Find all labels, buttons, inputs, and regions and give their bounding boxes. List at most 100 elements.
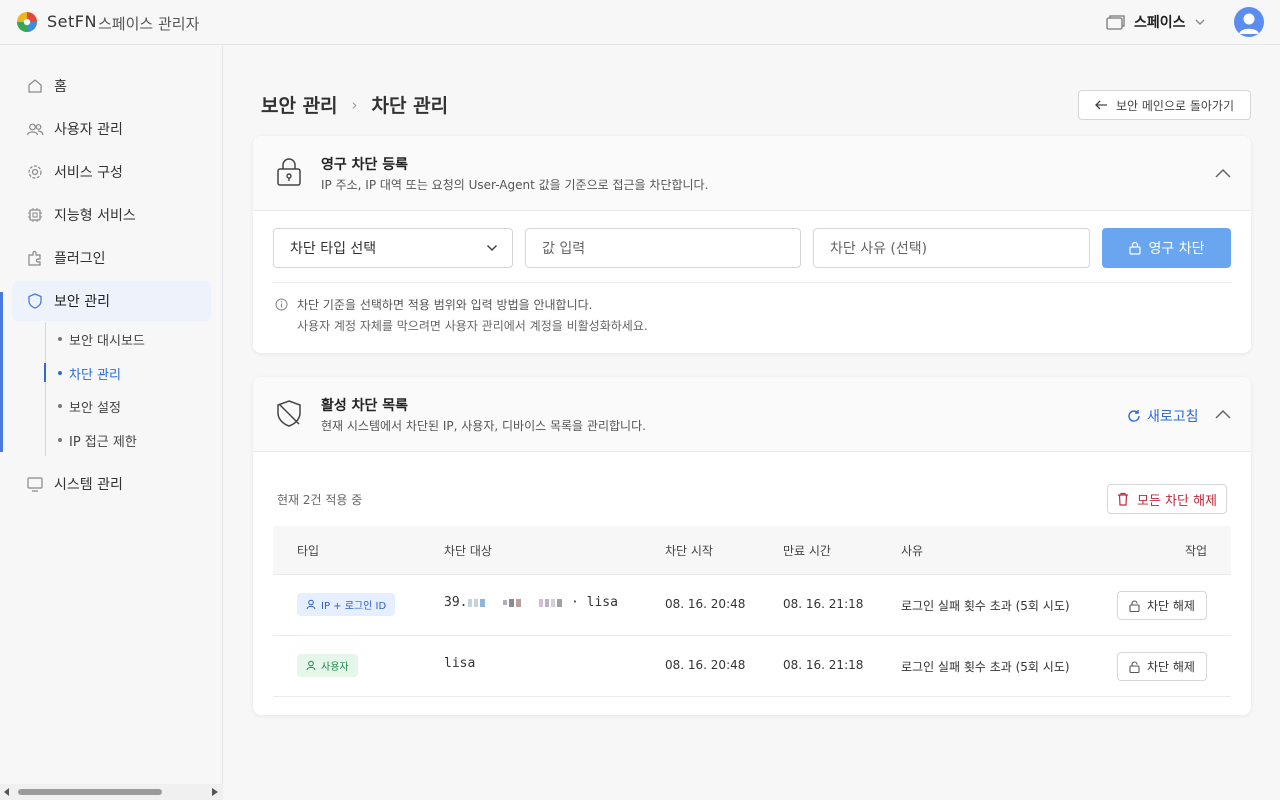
column-header-target: 차단 대상 <box>444 544 492 558</box>
bullet <box>58 438 62 442</box>
block-expire-time: 08. 16. 21:18 <box>783 597 864 611</box>
sidebar-subitem-ip-access-restriction[interactable]: IP 접근 제한 <box>58 429 137 451</box>
home-icon <box>28 79 42 93</box>
sidebar-item-label: 플러그인 <box>54 251 106 267</box>
column-header-type: 타입 <box>297 544 320 558</box>
info-icon <box>275 298 288 311</box>
unblock-button-label: 차단 해제 <box>1147 599 1195 613</box>
sidebar-subitem-label: 보안 설정 <box>69 400 121 416</box>
type-badge-label: 사용자 <box>321 662 349 673</box>
masked-ip-segment <box>468 598 473 607</box>
sidebar-item-label: 보안 관리 <box>54 294 110 310</box>
permanent-block-header: 영구 차단 등록 IP 주소, IP 대역 또는 요청의 User-Agent … <box>253 136 1251 211</box>
unblock-button[interactable]: 차단 해제 <box>1117 652 1207 681</box>
breadcrumb-parent[interactable]: 보안 관리 <box>261 91 338 118</box>
active-count-text: 현재 2건 적용 중 <box>277 493 363 507</box>
users-icon <box>26 123 44 136</box>
target-login-suffix: · lisa <box>570 595 618 610</box>
block-reason: 로그인 실패 횟수 초과 (5회 시도) <box>901 599 1070 613</box>
sidebar-subitem-block-management[interactable]: 차단 관리 <box>58 362 121 384</box>
clear-all-label: 모든 차단 해제 <box>1136 493 1218 509</box>
sidebar-subitem-label: IP 접근 제한 <box>69 434 137 450</box>
sidebar-item-label: 지능형 서비스 <box>54 208 136 224</box>
type-badge-ip-login: IP + 로그인 ID <box>297 593 396 616</box>
sidebar-horizontal-scrollbar[interactable] <box>0 784 223 800</box>
sidebar-active-indicator <box>0 292 3 452</box>
unblock-button[interactable]: 차단 해제 <box>1117 591 1207 620</box>
user-icon <box>306 660 316 671</box>
trash-icon <box>1117 492 1128 506</box>
column-header-reason: 사유 <box>901 544 924 558</box>
sidebar-subitem-security-dashboard[interactable]: 보안 대시보드 <box>58 328 145 350</box>
sidebar: 홈 사용자 관리 서비스 구성 지능형 서비스 플러그인 보안 관리 보안 대시… <box>0 46 223 800</box>
bullet <box>58 337 62 341</box>
target-ip-prefix: 39. <box>444 595 468 610</box>
permanent-block-button-label: 영구 차단 <box>1148 241 1205 257</box>
type-badge-user: 사용자 <box>297 654 358 677</box>
collapse-chevron-up-icon[interactable] <box>1214 167 1232 179</box>
sidebar-item-label: 홈 <box>54 79 67 95</box>
masked-ip-segment <box>480 598 486 607</box>
masked-ip-segment <box>551 598 556 607</box>
column-header-action: 작업 <box>1185 544 1208 558</box>
sidebar-subitem-security-settings[interactable]: 보안 설정 <box>58 395 121 417</box>
table-header: 타입 차단 대상 차단 시작 만료 시간 사유 작업 <box>273 526 1231 575</box>
arrow-left-icon <box>1095 100 1107 110</box>
sidebar-item-plugins[interactable]: 플러그인 <box>12 238 211 278</box>
sidebar-item-intelligent-service[interactable]: 지능형 서비스 <box>12 195 211 235</box>
unlock-icon <box>1129 599 1140 612</box>
page-title: 차단 관리 <box>371 95 449 117</box>
back-button-label: 보안 메인으로 돌아가기 <box>1115 98 1235 113</box>
monitor-icon <box>27 477 43 492</box>
block-reason-input[interactable]: 차단 사유 (선택) <box>813 228 1090 268</box>
block-value-input[interactable]: 값 입력 <box>525 228 801 268</box>
active-blocks-card: 활성 차단 목록 현재 시스템에서 차단된 IP, 사용자, 디바이스 목록을 … <box>253 377 1251 715</box>
sidebar-item-home[interactable]: 홈 <box>12 66 211 106</box>
sidebar-item-label: 시스템 관리 <box>54 477 123 493</box>
table-row: 사용자 lisa 08. 16. 20:48 08. 16. 21:18 로그인… <box>273 636 1231 697</box>
masked-ip-segment <box>557 598 563 607</box>
type-badge-label: IP + 로그인 ID <box>321 601 387 612</box>
scroll-right-arrow-icon[interactable] <box>212 788 218 796</box>
sidebar-subitem-label: 보안 대시보드 <box>69 333 145 349</box>
back-to-security-main-button[interactable]: 보안 메인으로 돌아가기 <box>1078 90 1251 120</box>
scrollbar-thumb[interactable] <box>18 789 162 795</box>
submenu-guide-line <box>45 322 46 456</box>
sidebar-item-users[interactable]: 사용자 관리 <box>12 109 211 149</box>
permanent-block-button[interactable]: 영구 차단 <box>1102 228 1231 268</box>
block-type-select-value: 차단 타입 선택 <box>290 241 377 257</box>
active-blocks-title: 활성 차단 목록 <box>321 398 409 414</box>
clear-all-blocks-button[interactable]: 모든 차단 해제 <box>1107 484 1227 514</box>
breadcrumb: 보안 관리 › 차단 관리 <box>261 91 448 118</box>
block-start-time: 08. 16. 20:48 <box>665 658 746 672</box>
sidebar-item-service-config[interactable]: 서비스 구성 <box>12 152 211 192</box>
permanent-block-card: 영구 차단 등록 IP 주소, IP 대역 또는 요청의 User-Agent … <box>253 136 1251 353</box>
refresh-button-label: 새로고침 <box>1147 409 1199 425</box>
user-avatar[interactable] <box>1234 7 1264 37</box>
user-avatar-icon <box>1239 13 1259 34</box>
block-start-time: 08. 16. 20:48 <box>665 597 746 611</box>
masked-ip-segment <box>474 598 479 607</box>
masked-ip-segment <box>516 598 522 607</box>
top-bar: SetFN 스페이스 관리자 스페이스 <box>0 0 1280 45</box>
chevron-down-icon <box>486 244 498 252</box>
sidebar-item-security[interactable]: 보안 관리 <box>12 281 211 321</box>
block-reason-placeholder: 차단 사유 (선택) <box>830 241 928 257</box>
block-expire-time: 08. 16. 21:18 <box>783 658 864 672</box>
space-selector[interactable]: 스페이스 <box>1106 11 1206 33</box>
lock-icon <box>277 158 301 186</box>
block-reason: 로그인 실패 횟수 초과 (5회 시도) <box>901 660 1070 674</box>
refresh-icon <box>1128 410 1140 422</box>
permanent-block-description: IP 주소, IP 대역 또는 요청의 User-Agent 값을 기준으로 접… <box>321 178 709 192</box>
block-type-select[interactable]: 차단 타입 선택 <box>273 228 513 268</box>
chip-icon <box>28 208 42 222</box>
block-target: lisa <box>444 656 476 671</box>
scroll-left-arrow-icon[interactable] <box>4 788 10 796</box>
submenu-active-indicator <box>44 363 46 382</box>
collapse-chevron-up-icon[interactable] <box>1214 408 1232 420</box>
sidebar-subitem-label: 차단 관리 <box>69 367 121 383</box>
block-value-placeholder: 값 입력 <box>542 241 586 257</box>
refresh-button[interactable]: 새로고침 <box>1127 406 1199 426</box>
masked-ip-segment <box>539 598 544 607</box>
sidebar-item-system[interactable]: 시스템 관리 <box>12 464 211 504</box>
